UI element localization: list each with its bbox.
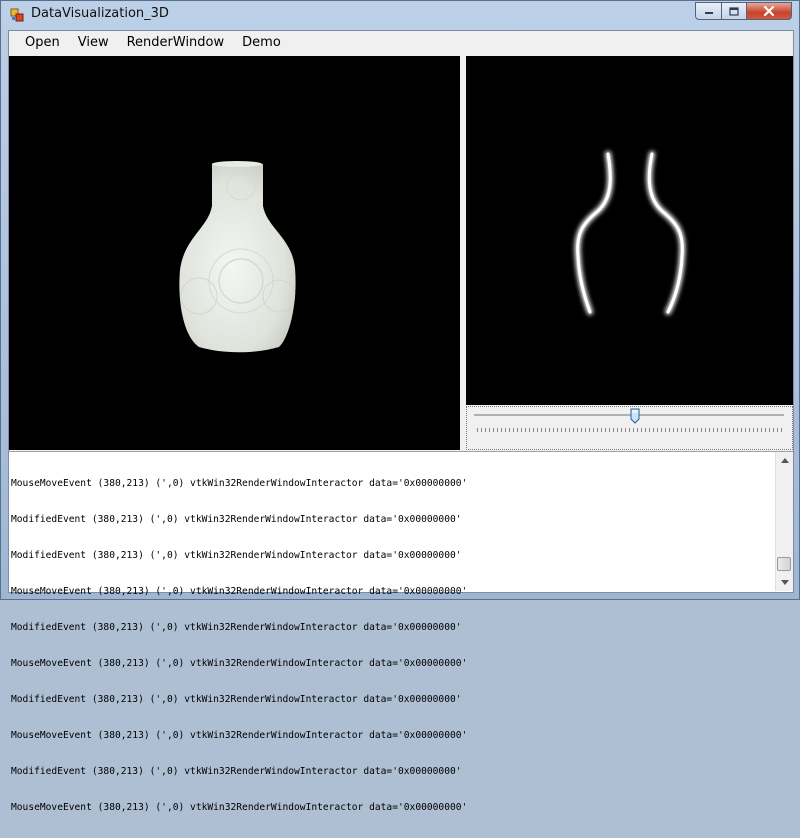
log-line: ModifiedEvent (380,213) (',0) vtkWin32Re… — [11, 550, 462, 561]
menu-open[interactable]: Open — [16, 31, 69, 55]
app-window: DataVisualization_3D Open View RenderWin… — [0, 0, 800, 813]
minimize-icon — [704, 12, 713, 14]
maximize-button[interactable] — [721, 2, 747, 20]
menu-demo[interactable]: Demo — [233, 31, 290, 55]
close-icon — [763, 6, 775, 16]
menu-view[interactable]: View — [69, 31, 118, 55]
trackbar-thumb[interactable] — [630, 408, 640, 424]
log-line: ModifiedEvent (380,213) (',0) vtkWin32Re… — [11, 622, 462, 633]
vase-3d-model — [179, 161, 296, 353]
minimize-button[interactable] — [695, 2, 721, 20]
render-window-contour[interactable] — [466, 56, 793, 405]
log-line: MouseMoveEvent (380,213) (',0) vtkWin32R… — [11, 586, 468, 597]
render-window-3d[interactable] — [9, 56, 460, 450]
client-area: Open View RenderWindow Demo MouseMoveEve… — [8, 30, 794, 813]
log-line: MouseMoveEvent (380,213) (',0) vtkWin32R… — [11, 478, 468, 489]
log-line: MouseMoveEvent (380,213) (',0) vtkWin32R… — [11, 730, 468, 741]
log-line: ModifiedEvent (380,213) (',0) vtkWin32Re… — [11, 514, 462, 525]
log-line: MouseMoveEvent (380,213) (',0) vtkWin32R… — [11, 658, 468, 669]
scroll-thumb[interactable] — [777, 557, 791, 571]
close-button[interactable] — [747, 2, 792, 20]
arrow-down-icon — [780, 580, 789, 585]
window-title: DataVisualization_3D — [31, 6, 169, 21]
log-line: ModifiedEvent (380,213) (',0) vtkWin32Re… — [11, 766, 462, 777]
scroll-down-button[interactable] — [776, 574, 793, 591]
log-line: ModifiedEvent (380,213) (',0) vtkWin32Re… — [11, 694, 462, 705]
maximize-icon — [729, 6, 739, 16]
menu-bar: Open View RenderWindow Demo — [9, 31, 793, 55]
vase-contour-model — [574, 151, 686, 315]
menu-renderwindow[interactable]: RenderWindow — [118, 31, 234, 55]
event-log[interactable]: MouseMoveEvent (380,213) (',0) vtkWin32R… — [9, 451, 793, 813]
caption-buttons — [695, 2, 792, 21]
trackbar-panel — [466, 406, 793, 450]
trackbar-track[interactable] — [474, 414, 784, 416]
log-line: MouseMoveEvent (380,213) (',0) vtkWin32R… — [11, 802, 468, 813]
trackbar-ticks — [477, 428, 783, 432]
title-bar[interactable]: DataVisualization_3D — [1, 1, 799, 29]
scroll-up-button[interactable] — [776, 452, 793, 469]
arrow-up-icon — [780, 458, 789, 463]
log-scrollbar[interactable] — [775, 452, 793, 591]
log-text: MouseMoveEvent (380,213) (',0) vtkWin32R… — [11, 454, 771, 838]
app-icon — [10, 8, 24, 22]
